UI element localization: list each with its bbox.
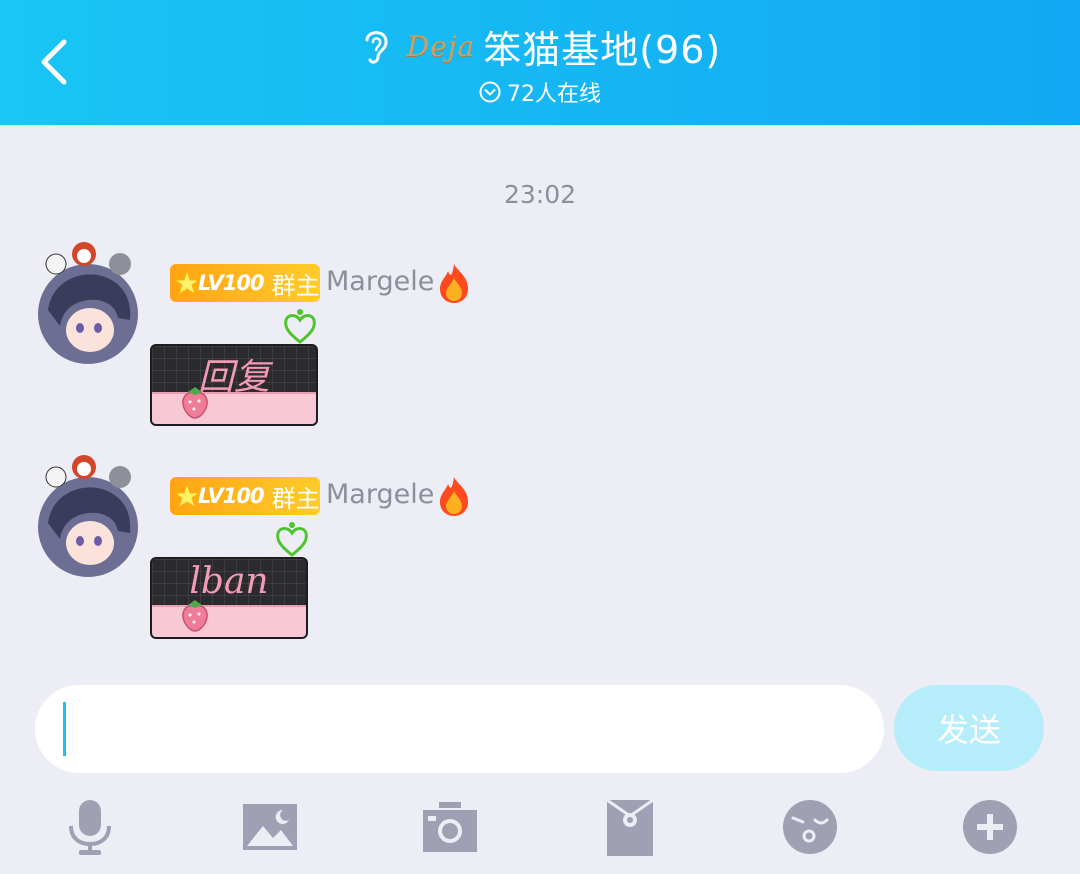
badge-role: 群主	[271, 484, 320, 513]
fire-icon	[440, 477, 468, 516]
fire-icon	[440, 264, 468, 303]
red-packet-button[interactable]	[595, 792, 665, 862]
emoji-button[interactable]	[775, 792, 845, 862]
emoji-icon	[783, 800, 837, 854]
level-badge: LV100 群主	[170, 264, 320, 302]
message-input-box[interactable]	[35, 685, 884, 773]
online-count: 72人在线	[507, 82, 601, 107]
microphone-icon	[69, 800, 111, 855]
sender-name[interactable]: Margele	[326, 266, 434, 297]
group-logo: Deja	[406, 29, 476, 63]
group-title[interactable]: 笨猫基地(96)	[483, 19, 721, 74]
title-row: Deja 笨猫基地(96)	[0, 18, 1080, 74]
sender-name[interactable]: Margele	[326, 479, 434, 510]
sticker-text: lban	[189, 561, 269, 602]
camera-icon	[423, 802, 477, 852]
sticker-text: 回复	[197, 357, 270, 398]
badge-role: 群主	[271, 271, 320, 300]
strawberry-icon	[182, 387, 208, 419]
voice-button[interactable]	[55, 792, 125, 862]
chevron-down-circle-icon	[479, 81, 501, 103]
badge-level: LV100	[198, 271, 265, 295]
camera-button[interactable]	[415, 792, 485, 862]
plus-icon	[963, 800, 1017, 854]
ear-icon[interactable]	[359, 26, 393, 66]
sticker-pink-strip	[152, 605, 306, 637]
level-badge: LV100 群主	[170, 477, 320, 515]
send-button[interactable]: 发送	[894, 685, 1044, 771]
more-button[interactable]	[955, 792, 1025, 862]
avatar[interactable]	[32, 240, 144, 364]
message-timestamp: 23:02	[503, 180, 577, 209]
avatar[interactable]	[32, 453, 144, 577]
sticker-message[interactable]: 回复	[150, 344, 318, 426]
online-status[interactable]: 72人在线	[0, 76, 1080, 108]
image-button[interactable]	[235, 792, 305, 862]
chat-header: Deja 笨猫基地(96) 72人在线	[0, 0, 1080, 125]
star-icon	[174, 270, 200, 296]
strawberry-icon	[182, 600, 208, 632]
heart-decoration-icon	[284, 309, 316, 344]
chat-message: LV100 群主 Margele 回复	[0, 240, 1080, 440]
image-icon	[243, 804, 297, 850]
heart-decoration-icon	[276, 522, 308, 557]
message-input[interactable]	[71, 685, 854, 773]
input-toolbar	[0, 790, 1080, 874]
badge-level: LV100	[198, 484, 265, 508]
chat-message: LV100 群主 Margele lban	[0, 453, 1080, 653]
red-packet-icon	[606, 798, 654, 856]
star-icon	[174, 483, 200, 509]
text-cursor	[63, 702, 66, 756]
sticker-message[interactable]: lban	[150, 557, 308, 639]
